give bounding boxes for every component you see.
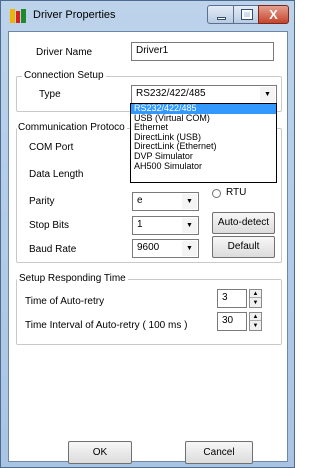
driver-properties-window: Driver Properties X Driver Name Driver1 … xyxy=(0,0,295,468)
driver-name-input[interactable]: Driver1 xyxy=(131,42,274,61)
close-button[interactable]: X xyxy=(258,5,289,24)
interval-label: Time Interval of Auto-retry ( 100 ms ) xyxy=(25,320,188,331)
parity-select[interactable]: e ▼ xyxy=(132,192,199,211)
type-select-value: RS232/422/485 xyxy=(136,88,206,99)
dialog-client-area: Driver Name Driver1 Connection Setup Typ… xyxy=(8,31,288,464)
interval-input[interactable]: 30 xyxy=(217,312,247,331)
title-bar[interactable]: Driver Properties X xyxy=(1,1,294,31)
minimize-icon xyxy=(217,17,226,20)
type-label: Type xyxy=(39,89,61,100)
chevron-down-icon[interactable]: ▼ xyxy=(182,241,197,256)
maximize-icon xyxy=(241,9,253,20)
chevron-down-icon[interactable]: ▼ xyxy=(260,87,275,102)
auto-retry-input[interactable]: 3 xyxy=(217,289,247,308)
chevron-down-icon[interactable]: ▼ xyxy=(182,218,197,233)
type-select[interactable]: RS232/422/485 ▼ xyxy=(131,85,277,104)
parity-label: Parity xyxy=(29,196,55,207)
communication-protocol-caption: Communication Protoco xyxy=(17,122,127,133)
type-dropdown-list[interactable]: RS232/422/485 USB (Virtual COM) Ethernet… xyxy=(130,103,277,183)
maximize-button[interactable] xyxy=(233,5,259,24)
minimize-button[interactable] xyxy=(207,5,234,24)
default-button[interactable]: Default xyxy=(212,236,275,258)
auto-detect-button[interactable]: Auto-detect xyxy=(212,212,275,234)
auto-retry-spinner[interactable]: ▲ ▼ xyxy=(249,289,262,308)
rtu-label: RTU xyxy=(226,187,247,198)
rtu-radio[interactable] xyxy=(212,189,221,198)
spin-up-icon[interactable]: ▲ xyxy=(250,313,261,321)
baud-rate-select[interactable]: 9600 ▼ xyxy=(132,239,199,258)
close-icon: X xyxy=(269,7,278,22)
baud-rate-select-value: 9600 xyxy=(137,242,160,253)
stop-bits-select-value: 1 xyxy=(137,219,143,230)
window-title: Driver Properties xyxy=(33,9,116,21)
app-icon xyxy=(10,9,26,23)
parity-select-value: e xyxy=(137,195,143,206)
spin-up-icon[interactable]: ▲ xyxy=(250,290,261,298)
spin-down-icon[interactable]: ▼ xyxy=(250,322,261,330)
stop-bits-select[interactable]: 1 ▼ xyxy=(132,216,199,235)
stop-bits-label: Stop Bits xyxy=(29,220,70,231)
connection-setup-caption: Connection Setup xyxy=(22,70,106,81)
responding-time-caption: Setup Responding Time xyxy=(17,273,128,284)
ok-button[interactable]: OK xyxy=(68,441,132,464)
com-port-label: COM Port xyxy=(29,142,74,153)
data-length-label: Data Length xyxy=(29,169,84,180)
baud-rate-label: Baud Rate xyxy=(29,244,77,255)
interval-spinner[interactable]: ▲ ▼ xyxy=(249,312,262,331)
type-option[interactable]: AH500 Simulator xyxy=(131,161,276,172)
chevron-down-icon[interactable]: ▼ xyxy=(182,194,197,209)
driver-name-label: Driver Name xyxy=(36,47,93,58)
spin-down-icon[interactable]: ▼ xyxy=(250,299,261,307)
cancel-button[interactable]: Cancel xyxy=(185,441,253,464)
auto-retry-label: Time of Auto-retry xyxy=(25,296,105,307)
